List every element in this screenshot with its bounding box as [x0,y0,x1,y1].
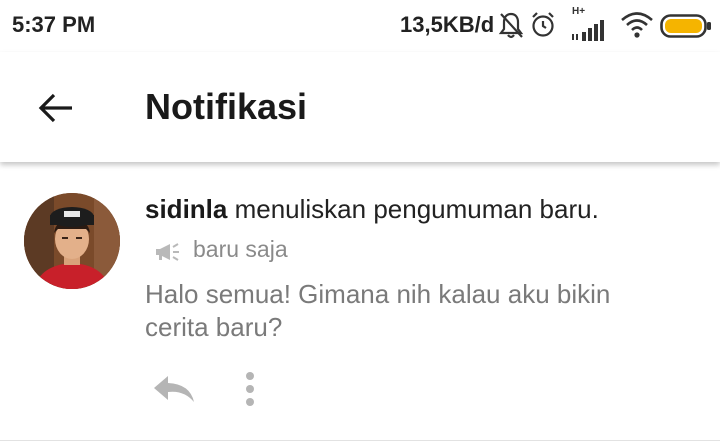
notification-headline: sidinla menuliskan pengumuman baru. [145,194,599,225]
battery-icon [660,14,711,38]
arrow-left-icon [38,93,72,123]
app-bar: Notifikasi [0,52,720,162]
network-speed: 13,5KB/d [400,12,495,37]
status-bar: 5:37 PM 13,5KB/d H+ [0,0,720,52]
reply-icon [154,376,194,402]
user-photo [24,193,120,289]
status-time: 5:37 PM [12,12,96,37]
avatar[interactable] [24,193,120,289]
username-link[interactable]: sidinla [145,194,227,224]
page-title: Notifikasi [145,86,308,127]
bell-muted-icon [498,12,524,39]
back-button[interactable] [34,86,78,130]
notification-item[interactable]: sidinla menuliskan pengumuman baru. baru… [0,172,720,440]
notification-action-text: menuliskan pengumuman baru. [227,194,599,224]
alarm-icon [532,12,554,37]
notification-message: Halo semua! Gimana nih kalau aku bikin c… [145,279,611,342]
more-options-button[interactable] [236,370,264,410]
megaphone-icon [156,243,179,261]
notification-time: baru saja [193,236,288,262]
more-vert-icon [246,372,254,406]
wifi-icon [621,12,653,38]
list-divider [0,440,720,441]
signal-icon [572,20,604,41]
reply-button[interactable] [150,372,198,406]
